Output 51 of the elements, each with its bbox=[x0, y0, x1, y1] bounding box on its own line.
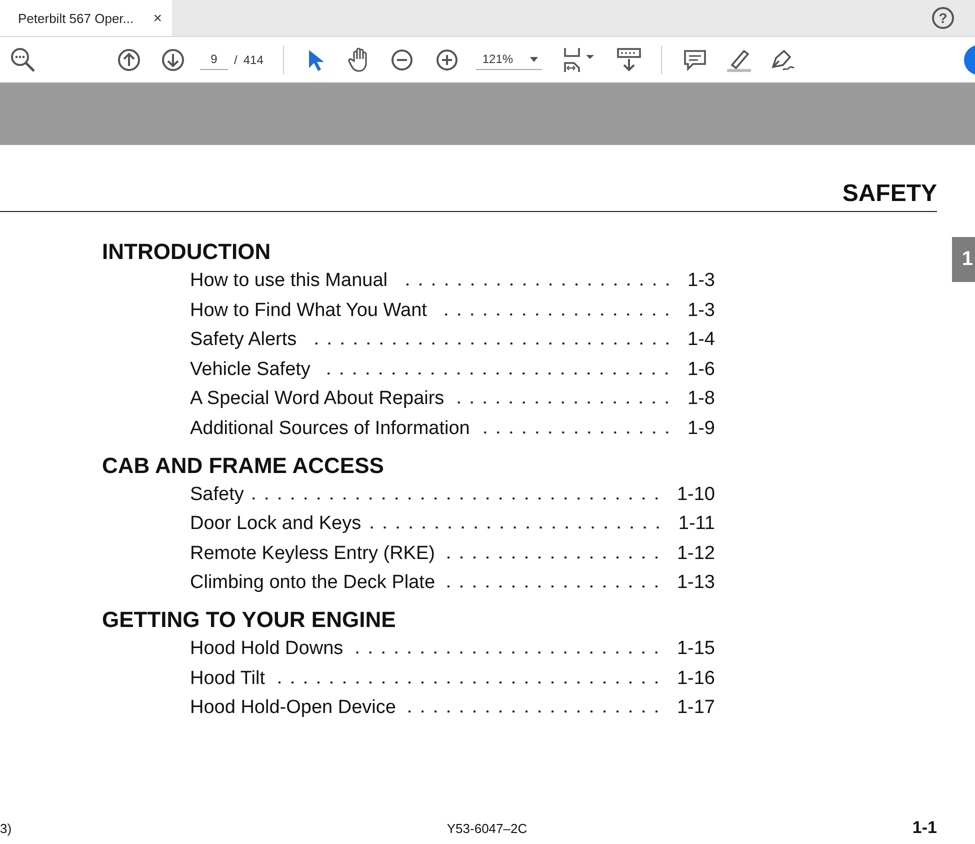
page-reference: 1-11 bbox=[678, 513, 715, 536]
comment-icon[interactable] bbox=[683, 48, 708, 72]
close-icon[interactable]: × bbox=[153, 10, 162, 26]
arrow-up-icon[interactable] bbox=[117, 48, 141, 72]
page-reference: 1-12 bbox=[676, 542, 715, 565]
toc-entry[interactable]: Safety bbox=[190, 484, 244, 506]
section-heading: GETTING TO YOUR ENGINE bbox=[102, 606, 397, 634]
toc-entry[interactable]: How to use this Manual bbox=[190, 270, 388, 292]
cursor-icon[interactable] bbox=[306, 48, 324, 72]
page-separator: / bbox=[234, 52, 238, 66]
toc-entry[interactable]: Hood Hold Downs bbox=[190, 638, 344, 660]
arrow-down-icon[interactable] bbox=[161, 48, 185, 72]
chapter-heading: SAFETY bbox=[842, 180, 937, 208]
search-icon[interactable] bbox=[10, 46, 36, 72]
page-reference: 1-8 bbox=[688, 388, 715, 410]
document-tab[interactable]: Peterbilt 567 Oper... × bbox=[0, 0, 172, 36]
footer-text: 3) bbox=[0, 821, 12, 836]
page-reference: 1-3 bbox=[688, 270, 715, 292]
toc-entry[interactable]: Hood Hold-Open Device bbox=[190, 697, 396, 720]
page-reference: 1-16 bbox=[676, 668, 715, 690]
zoom-dropdown[interactable]: 121% bbox=[476, 49, 542, 70]
section-heading: INTRODUCTION bbox=[102, 238, 272, 266]
fit-page-icon[interactable] bbox=[562, 46, 596, 72]
page-reference: 1-17 bbox=[676, 697, 715, 720]
zoom-out-icon[interactable] bbox=[391, 48, 414, 70]
page-label: 1-1 bbox=[912, 818, 937, 838]
zoom-in-icon[interactable] bbox=[436, 48, 458, 70]
page-reference: 1-10 bbox=[676, 484, 715, 506]
account-icon[interactable] bbox=[964, 44, 975, 74]
toc-entry[interactable]: Climbing onto the Deck Plate bbox=[190, 572, 436, 594]
toc-entry[interactable]: Door Lock and Keys bbox=[190, 513, 362, 536]
page-reference: 1-9 bbox=[688, 418, 715, 440]
toc-entry[interactable]: Safety Alerts bbox=[190, 329, 297, 352]
toc-entry[interactable]: Vehicle Safety bbox=[190, 358, 310, 381]
section-heading: CAB AND FRAME ACCESS bbox=[102, 452, 385, 480]
page-reference: 1-4 bbox=[688, 329, 715, 352]
scroll-mode-icon[interactable] bbox=[616, 46, 642, 72]
page-count: 414 bbox=[243, 52, 264, 66]
page-reference: 1-15 bbox=[676, 638, 715, 660]
page-reference: 1-3 bbox=[688, 300, 715, 322]
toc-entry[interactable]: How to Find What You Want bbox=[190, 300, 427, 322]
page-number-field[interactable]: 9 bbox=[200, 49, 228, 70]
toc-entry[interactable]: A Special Word About Repairs bbox=[190, 388, 444, 410]
document-code: Y53-6047–2C bbox=[446, 821, 528, 836]
page-reference: 1-13 bbox=[676, 572, 715, 594]
toc-entry[interactable]: Additional Sources of Information bbox=[190, 418, 470, 440]
toc-entry[interactable]: Hood Tilt bbox=[190, 668, 265, 690]
toc-entry[interactable]: Remote Keyless Entry (RKE) bbox=[190, 542, 435, 565]
help-icon[interactable]: ? bbox=[932, 7, 954, 29]
page-reference: 1-6 bbox=[688, 358, 715, 381]
caret-icon bbox=[530, 56, 538, 62]
